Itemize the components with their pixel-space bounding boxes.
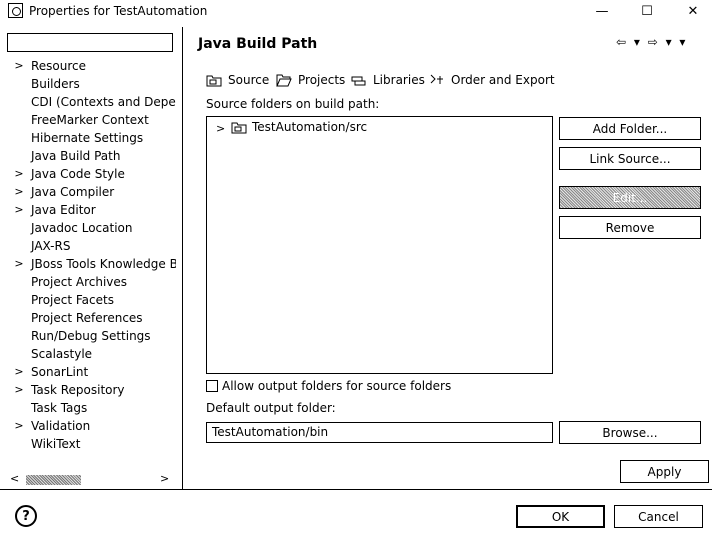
- libraries-icon: [351, 73, 367, 87]
- maximize-button[interactable]: ☐: [624, 0, 670, 22]
- sidebar-item-label: Resource: [31, 59, 87, 73]
- tab-label: Source: [228, 73, 270, 87]
- sidebar-item-label: Validation: [31, 419, 91, 433]
- sidebar-item[interactable]: > JBoss Tools Knowledge Bas: [8, 255, 176, 273]
- sidebar-item[interactable]: > Java Editor: [8, 201, 176, 219]
- default-output-folder-field[interactable]: TestAutomation/bin: [206, 422, 553, 443]
- source-folders-list[interactable]: > TestAutomation/src: [206, 116, 553, 374]
- sidebar-item[interactable]: Builders: [8, 75, 176, 93]
- sidebar-item-label: Java Code Style: [31, 167, 125, 181]
- sidebar-item-label: Project Archives: [31, 275, 128, 289]
- scrollbar-thumb[interactable]: [26, 475, 81, 485]
- sidebar-item[interactable]: > Resource: [8, 57, 176, 75]
- sidebar-item-label: CDI (Contexts and Depende: [31, 95, 176, 109]
- expand-chevron-icon[interactable]: >: [14, 363, 24, 381]
- filter-input[interactable]: [7, 33, 173, 52]
- source-folders-label: Source folders on build path:: [206, 97, 380, 111]
- sidebar-item-label: Java Editor: [31, 203, 96, 217]
- scroll-left-icon[interactable]: <: [10, 472, 19, 485]
- expand-chevron-icon[interactable]: >: [14, 417, 24, 435]
- apply-button[interactable]: Apply: [620, 460, 709, 483]
- sidebar-item-label: JBoss Tools Knowledge Bas: [31, 257, 176, 271]
- sidebar-item-label: Scalastyle: [31, 347, 93, 361]
- sidebar-item[interactable]: Project Facets: [8, 291, 176, 309]
- expand-chevron-icon[interactable]: >: [14, 201, 24, 219]
- sidebar-item[interactable]: > SonarLint: [8, 363, 176, 381]
- close-button[interactable]: ✕: [670, 0, 712, 22]
- sidebar-item-label: Java Build Path: [31, 149, 121, 163]
- tree-horizontal-scrollbar[interactable]: < >: [8, 472, 176, 488]
- window-title: Properties for TestAutomation: [29, 4, 208, 18]
- cancel-button[interactable]: Cancel: [614, 505, 703, 528]
- sidebar-item[interactable]: Java Build Path: [8, 147, 176, 165]
- source-icon: [206, 73, 222, 87]
- link-source-button[interactable]: Link Source...: [559, 147, 701, 170]
- sidebar-item-label: SonarLint: [31, 365, 89, 379]
- expand-chevron-icon[interactable]: >: [14, 183, 24, 201]
- sidebar-item[interactable]: Project Archives: [8, 273, 176, 291]
- sidebar-item-label: Project Facets: [31, 293, 114, 307]
- sidebar-item[interactable]: Scalastyle: [8, 345, 176, 363]
- sidebar-item-label: Task Repository: [31, 383, 125, 397]
- expand-chevron-icon[interactable]: >: [216, 122, 225, 135]
- ok-button[interactable]: OK: [516, 505, 605, 528]
- list-item[interactable]: > TestAutomation/src: [207, 117, 552, 137]
- sidebar-item-label: Hibernate Settings: [31, 131, 144, 145]
- sidebar-item[interactable]: JAX-RS: [8, 237, 176, 255]
- history-navigation[interactable]: ⇦ ▾ ⇨ ▾ ▾: [616, 35, 687, 49]
- sidebar-item[interactable]: WikiText: [8, 435, 176, 453]
- sidebar-item[interactable]: Javadoc Location: [8, 219, 176, 237]
- browse-button[interactable]: Browse...: [559, 421, 701, 444]
- title-bar: Properties for TestAutomation — ☐ ✕: [0, 0, 712, 22]
- scroll-right-icon[interactable]: >: [160, 472, 169, 485]
- sidebar-item-label: Builders: [31, 77, 80, 91]
- page-title: Java Build Path: [198, 36, 318, 52]
- tab-label: Projects: [298, 73, 346, 87]
- sidebar-item-label: FreeMarker Context: [31, 113, 149, 127]
- sidebar-item[interactable]: Hibernate Settings: [8, 129, 176, 147]
- help-icon[interactable]: ?: [15, 505, 37, 527]
- add-folder-button[interactable]: Add Folder...: [559, 117, 701, 140]
- sidebar-item[interactable]: > Validation: [8, 417, 176, 435]
- remove-button[interactable]: Remove: [559, 216, 701, 239]
- eclipse-properties-icon: [8, 3, 23, 18]
- minimize-button[interactable]: —: [579, 0, 625, 22]
- sidebar-item[interactable]: FreeMarker Context: [8, 111, 176, 129]
- tab-projects[interactable]: Projects: [276, 71, 345, 89]
- expand-chevron-icon[interactable]: >: [14, 255, 24, 273]
- sidebar-item[interactable]: > Task Repository: [8, 381, 176, 399]
- order-export-icon: [429, 73, 445, 87]
- sidebar-item[interactable]: Task Tags: [8, 399, 176, 417]
- allow-output-folders-label[interactable]: Allow output folders for source folders: [222, 379, 451, 393]
- tab-label: Libraries: [373, 73, 425, 87]
- sidebar-item[interactable]: CDI (Contexts and Depende: [8, 93, 176, 111]
- tab-order-and-export[interactable]: Order and Export: [429, 71, 555, 89]
- sidebar-item-label: Javadoc Location: [31, 221, 133, 235]
- source-folder-label: TestAutomation/src: [252, 120, 368, 134]
- sidebar-item[interactable]: > Java Compiler: [8, 183, 176, 201]
- sidebar-item-label: WikiText: [31, 437, 81, 451]
- source-folder-icon: [231, 121, 247, 134]
- sidebar-item[interactable]: > Java Code Style: [8, 165, 176, 183]
- expand-chevron-icon[interactable]: >: [14, 165, 24, 183]
- edit-button[interactable]: Edit...: [559, 186, 701, 209]
- expand-chevron-icon[interactable]: >: [14, 57, 24, 75]
- allow-output-folders-checkbox[interactable]: [206, 380, 218, 392]
- tab-source[interactable]: Source: [206, 71, 269, 89]
- sidebar-item[interactable]: Run/Debug Settings: [8, 327, 176, 345]
- sidebar-item-label: Task Tags: [31, 401, 88, 415]
- projects-icon: [276, 73, 292, 87]
- default-output-folder-label: Default output folder:: [206, 401, 336, 415]
- sidebar-item-label: Project References: [31, 311, 143, 325]
- sidebar-item-label: Java Compiler: [31, 185, 115, 199]
- properties-tree: > Resource Builders CDI (Contexts and Depen…: [8, 57, 176, 453]
- tab-label: Order and Export: [451, 73, 555, 87]
- sidebar-item[interactable]: Project References: [8, 309, 176, 327]
- expand-chevron-icon[interactable]: >: [14, 381, 24, 399]
- sidebar-item-label: Run/Debug Settings: [31, 329, 151, 343]
- footer-divider: [0, 489, 712, 490]
- tab-libraries[interactable]: Libraries: [351, 71, 425, 89]
- pane-divider[interactable]: [182, 27, 183, 489]
- sidebar-item-label: JAX-RS: [31, 239, 71, 253]
